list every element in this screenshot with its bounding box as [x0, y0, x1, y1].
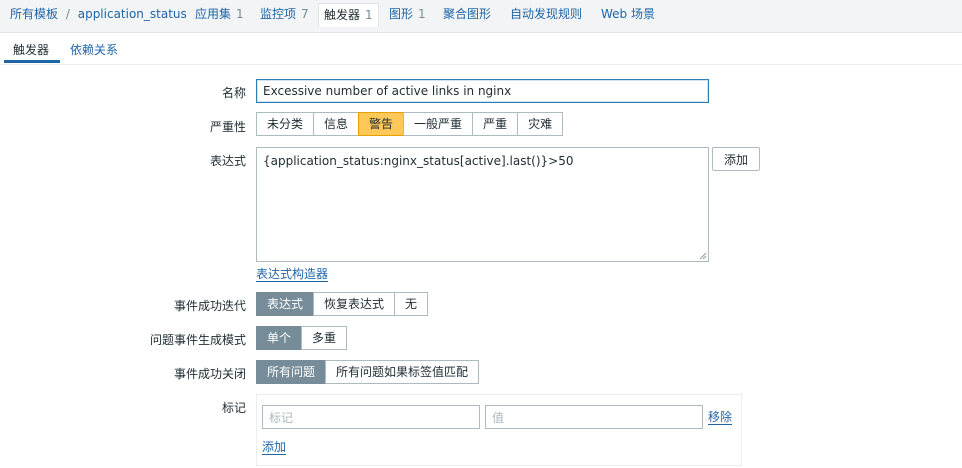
nav-items-label[interactable]: 监控项	[260, 7, 296, 21]
nav-items-count: 7	[301, 7, 309, 21]
breadcrumb-template-name[interactable]: application_status	[78, 7, 187, 21]
tags-label: 标记	[221, 401, 246, 415]
top-navigation: 所有模板 / application_status 应用集 1 监控项 7 触发器 1…	[0, 0, 962, 30]
nav-screens[interactable]: 聚合图形	[443, 3, 491, 25]
ok-event-generation-label: 事件成功迭代	[173, 299, 246, 313]
nav-graphs[interactable]: 图形 1	[389, 3, 426, 25]
tag-add-link[interactable]: 添加	[262, 440, 287, 455]
problem-mode-option-multiple[interactable]: 多重	[301, 326, 348, 350]
tag-remove-link[interactable]: 移除	[708, 410, 733, 425]
nav-triggers-label[interactable]: 触发器	[324, 8, 360, 22]
nav-triggers[interactable]: 触发器 1	[318, 3, 379, 27]
expression-constructor-link[interactable]: 表达式构造器	[256, 267, 329, 282]
resize-grip-icon[interactable]	[699, 252, 707, 260]
nav-graphs-count: 1	[418, 7, 426, 21]
name-label: 名称	[221, 86, 246, 100]
breadcrumb: 所有模板 / application_status	[10, 3, 187, 25]
problem-mode-option-single[interactable]: 单个	[256, 326, 303, 350]
ok-close-option-tag-match[interactable]: 所有问题如果标签值匹配	[325, 360, 480, 384]
nav-web[interactable]: Web 场景	[601, 3, 655, 25]
problem-mode-selector: 单个 多重	[256, 326, 348, 350]
tab-trigger[interactable]: 触发器	[13, 41, 49, 58]
nav-discovery-label[interactable]: 自动发现规则	[510, 7, 582, 21]
ok-event-closes-selector: 所有问题 所有问题如果标签值匹配	[256, 360, 480, 384]
expression-textarea[interactable]: {application_status:nginx_status[active]…	[256, 147, 709, 262]
severity-option-warning[interactable]: 警告	[358, 112, 405, 136]
nav-screens-label[interactable]: 聚合图形	[443, 7, 491, 21]
form-tabs: 触发器 依赖关系	[0, 33, 962, 65]
tab-dependencies[interactable]: 依赖关系	[70, 41, 118, 58]
tag-value-placeholder: 值	[492, 410, 505, 425]
severity-option-high[interactable]: 严重	[472, 112, 519, 136]
tag-name-input[interactable]: 标记	[262, 405, 480, 429]
ok-event-generation-selector: 表达式 恢复表达式 无	[256, 292, 429, 316]
tag-name-placeholder: 标记	[269, 410, 294, 425]
breadcrumb-separator: /	[65, 7, 70, 21]
nav-discovery[interactable]: 自动发现规则	[510, 3, 582, 25]
severity-option-disaster[interactable]: 灾难	[517, 112, 564, 136]
nav-applications-count: 1	[236, 7, 244, 21]
ok-close-option-all-problems[interactable]: 所有问题	[256, 360, 327, 384]
nav-applications-label[interactable]: 应用集	[195, 7, 231, 21]
nav-web-label[interactable]: Web 场景	[601, 7, 655, 21]
problem-mode-label: 问题事件生成模式	[149, 333, 246, 347]
severity-selector: 未分类 信息 警告 一般严重 严重 灾难	[256, 112, 564, 136]
active-tab-indicator	[4, 60, 60, 63]
severity-option-not-classified[interactable]: 未分类	[256, 112, 315, 136]
ok-event-option-none[interactable]: 无	[394, 292, 429, 316]
name-input[interactable]: Excessive number of active links in ngin…	[256, 79, 709, 103]
name-input-value: Excessive number of active links in ngin…	[263, 84, 512, 98]
tag-value-input[interactable]: 值	[485, 405, 703, 429]
breadcrumb-all-templates[interactable]: 所有模板	[10, 7, 58, 21]
ok-event-closes-label: 事件成功关闭	[173, 367, 246, 381]
nav-applications[interactable]: 应用集 1	[195, 3, 244, 25]
ok-event-option-expression[interactable]: 表达式	[256, 292, 315, 316]
severity-option-average[interactable]: 一般严重	[403, 112, 474, 136]
severity-option-information[interactable]: 信息	[313, 112, 360, 136]
expression-value: {application_status:nginx_status[active]…	[263, 154, 574, 168]
nav-items[interactable]: 监控项 7	[260, 3, 309, 25]
severity-label: 严重性	[209, 120, 246, 134]
nav-triggers-count: 1	[365, 8, 373, 22]
expression-label: 表达式	[209, 154, 246, 168]
nav-graphs-label[interactable]: 图形	[389, 7, 413, 21]
ok-event-option-recovery-expression[interactable]: 恢复表达式	[313, 292, 396, 316]
add-expression-button[interactable]: 添加	[712, 147, 760, 171]
